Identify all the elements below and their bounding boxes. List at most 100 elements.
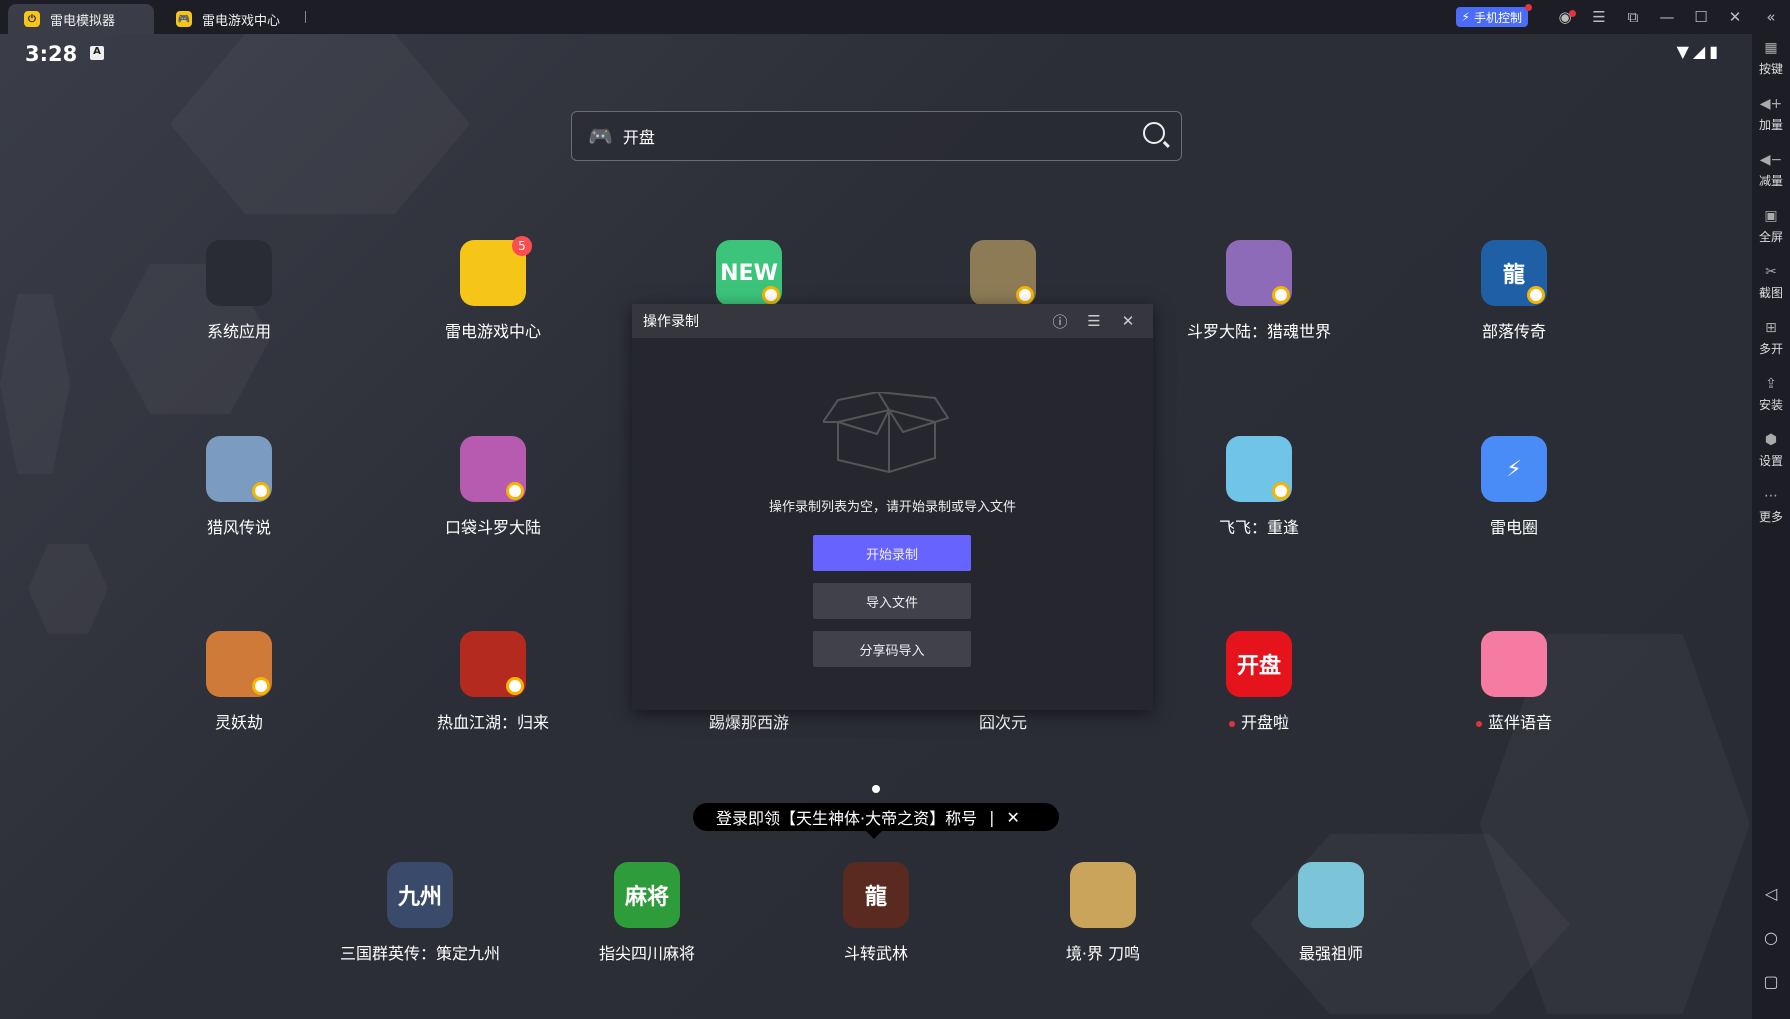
app-dock[interactable]: 九州 三国群英传：策定九州 [310,862,530,964]
app-label: 开盘啦 [1240,713,1289,732]
tab-label: 雷电模拟器 [50,13,116,29]
app-icon [970,240,1036,306]
app-icon: 龍 [843,862,909,928]
app-apps[interactable]: 蓝伴语音 [1404,631,1624,733]
lightning-icon: ⚡ [1461,10,1470,24]
app-apps[interactable]: 龍部落传奇 [1404,240,1624,342]
page-indicator [872,785,880,793]
toolbar-label: 按键 [1758,62,1783,76]
toolbar-item-4[interactable]: ✂ 截图 [1752,258,1790,314]
app-icon: 5 [460,236,532,306]
menu-icon[interactable]: ☰ [1582,8,1616,26]
app-apps[interactable]: 猎风传说 [129,436,349,538]
toolbar-item-5[interactable]: ⊞ 多开 [1752,314,1790,370]
app-label: 灵妖劫 [214,713,263,732]
menu-icon[interactable]: ☰ [1077,312,1111,330]
right-toolbar: ▦ 按键 ◀+ 加量 ◀− 减量 ▣ 全屏 ✂ 截图 ⊞ 多开 ⇪ 安装 ⬢ 设置 ⋯ 更多 ◁ ○ ▢ [1752,34,1790,1019]
empty-message: 操作录制列表为空，请开始录制或导入文件 [768,500,1016,515]
collapse-sidebar-icon[interactable]: « [1752,8,1790,26]
search-bar[interactable]: 🎮 开盘 [571,111,1182,161]
tab-emulator[interactable]: ⏻ 雷电模拟器 [8,4,154,34]
leidian-badge-icon [506,677,524,695]
app-apps[interactable]: 灵妖劫 [129,631,349,733]
search-input[interactable]: 开盘 [623,124,655,148]
app-label: 斗转武林 [843,944,908,963]
app-icon: 开盘 [1226,631,1292,697]
tab-divider [305,11,306,23]
toolbar-item-8[interactable]: ⋯ 更多 [1752,482,1790,538]
phone-control-button[interactable]: ⚡ 手机控制 [1455,4,1532,27]
help-icon[interactable]: ⓘ [1043,311,1077,332]
tooltip-close-button[interactable]: ✕ [1006,808,1019,827]
toolbar-icon: ▦ [1764,40,1778,56]
app-icon [1070,862,1136,928]
toolbar-icon: ◀− [1759,152,1783,168]
app-apps[interactable]: 系统应用 [129,240,349,342]
app-dock[interactable]: 龍斗转武林 [766,862,986,964]
toolbar-item-0[interactable]: ▦ 按键 [1752,34,1790,90]
maximize-icon[interactable]: ☐ [1684,8,1718,26]
restore-icon[interactable]: ⧉ [1616,8,1650,26]
toolbar-icon: ⊞ [1765,320,1777,336]
app-label: 踢爆那西游 [708,713,789,732]
toolbar-item-6[interactable]: ⇪ 安装 [1752,370,1790,426]
toolbar-icon: ⬢ [1764,432,1778,448]
toolbar-label: 截图 [1758,286,1783,300]
gamepad-icon: 🎮 [588,124,613,148]
app-label: 三国群英传：策定九州 [339,944,500,963]
close-icon[interactable]: ✕ [1718,8,1752,26]
toolbar-item-1[interactable]: ◀+ 加量 [1752,90,1790,146]
user-icon[interactable]: ◉ [1548,8,1582,26]
tooltip-text[interactable]: 登录即领【天生神体·大帝之资】称号 [716,805,977,829]
import-file-button[interactable]: 导入文件 [813,583,971,619]
toolbar-icon: ⋯ [1764,488,1778,504]
app-icon: 麻将 [614,862,680,928]
app-label: 热血江湖：归来 [436,713,549,732]
app-dock[interactable]: 境·界 刀鸣 [993,862,1213,964]
home-icon[interactable]: ○ [1752,928,1790,947]
app-apps[interactable]: 5 雷电游戏中心 [383,236,603,342]
app-icon [1481,631,1547,697]
app-label: 囧次元 [978,713,1027,732]
title-bar: ⏻ 雷电模拟器 🎮 雷电游戏中心 ⚡ 手机控制 ◉ ☰ ⧉ — ☐ ✕ « [0,0,1790,34]
app-label: 部落传奇 [1481,322,1546,341]
app-dock[interactable]: 最强祖师 [1221,862,1441,964]
app-apps[interactable]: 口袋斗罗大陆 [383,436,603,538]
operation-recording-dialog: 操作录制 ⓘ ☰ ✕ 操作录制列表为空，请开始录制或导入文件 开始录制 导入文件… [632,304,1153,710]
leidian-badge-icon [1272,286,1290,304]
tab-game-center[interactable]: 🎮 雷电游戏中心 [160,4,280,34]
search-icon[interactable] [1143,122,1165,144]
app-icon [460,436,526,502]
app-dock[interactable]: 麻将 指尖四川麻将 [537,862,757,964]
toolbar-label: 多开 [1758,342,1783,356]
app-label: 猎风传说 [206,518,271,537]
new-dot [1475,720,1482,727]
start-recording-button[interactable]: 开始录制 [813,535,971,571]
share-code-import-button[interactable]: 分享码导入 [813,631,971,667]
close-icon[interactable]: ✕ [1111,312,1145,330]
app-apps[interactable]: 飞飞：重逢 [1149,436,1369,538]
minimize-icon[interactable]: — [1650,8,1684,26]
app-apps[interactable]: ⚡ 雷电圈 [1404,436,1624,538]
leidian-badge-icon [252,677,270,695]
app-apps[interactable]: 开盘开盘啦 [1149,631,1369,733]
notification-dot [1525,4,1532,11]
app-icon [206,631,272,697]
gamepad-icon: 🎮 [176,11,192,27]
app-icon [1226,240,1292,306]
back-icon[interactable]: ◁ [1752,884,1790,903]
app-label: 蓝伴语音 [1487,713,1552,732]
status-time: 3:28 [25,42,78,66]
recents-icon[interactable]: ▢ [1752,972,1790,991]
app-label: 斗罗大陆：猎魂世界 [1186,322,1331,341]
toolbar-item-2[interactable]: ◀− 减量 [1752,146,1790,202]
app-icon [460,631,526,697]
app-apps[interactable]: 热血江湖：归来 [383,631,603,733]
app-label: 雷电圈 [1489,518,1538,537]
app-apps[interactable]: 斗罗大陆：猎魂世界 [1149,240,1369,342]
app-icon: ⚡ [1481,436,1547,502]
toolbar-item-7[interactable]: ⬢ 设置 [1752,426,1790,482]
tab-label: 雷电游戏中心 [202,13,281,29]
dialog-title: 操作录制 [643,314,699,330]
toolbar-item-3[interactable]: ▣ 全屏 [1752,202,1790,258]
